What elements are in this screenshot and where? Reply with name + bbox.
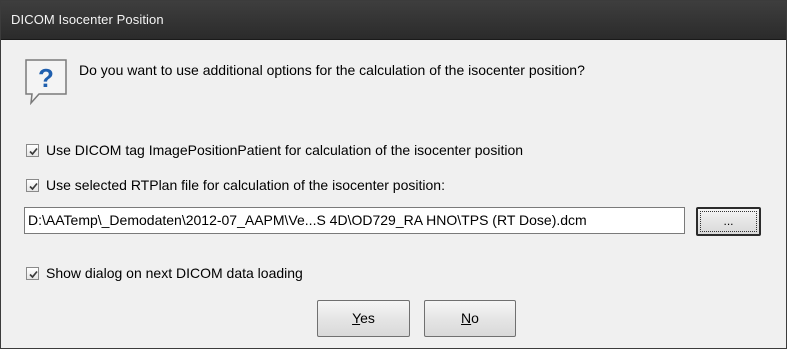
- window-title: DICOM Isocenter Position: [11, 12, 164, 27]
- image-position-checkbox[interactable]: [26, 143, 39, 157]
- option-show-dialog[interactable]: Show dialog on next DICOM data loading: [26, 264, 303, 282]
- browse-button-label: ...: [700, 211, 757, 232]
- question-icon: ?: [25, 59, 67, 105]
- rtplan-path-field[interactable]: D:\AATemp\_Demodaten\2012-07_AAPM\Ve...S…: [24, 207, 685, 234]
- rtplan-label: Use selected RTPlan file for calculation…: [46, 177, 445, 193]
- image-position-label: Use DICOM tag ImagePositionPatient for c…: [46, 142, 524, 158]
- show-dialog-label: Show dialog on next DICOM data loading: [46, 265, 303, 281]
- no-label-rest: o: [471, 310, 479, 326]
- isocenter-dialog: DICOM Isocenter Position ? Do you want t…: [0, 0, 787, 349]
- svg-text:?: ?: [38, 63, 54, 93]
- question-text: Do you want to use additional options fo…: [79, 62, 585, 78]
- show-dialog-checkbox[interactable]: [26, 266, 39, 280]
- title-bar[interactable]: DICOM Isocenter Position: [1, 1, 786, 40]
- yes-button[interactable]: Yes: [317, 300, 410, 337]
- no-mnemonic: N: [461, 310, 472, 326]
- option-rtplan-file[interactable]: Use selected RTPlan file for calculation…: [26, 176, 445, 194]
- no-button[interactable]: No: [424, 300, 516, 337]
- browse-button[interactable]: ...: [696, 207, 761, 236]
- rtplan-checkbox[interactable]: [26, 178, 39, 192]
- option-image-position-patient[interactable]: Use DICOM tag ImagePositionPatient for c…: [26, 141, 523, 159]
- yes-mnemonic: Y: [352, 310, 361, 326]
- yes-label-rest: es: [360, 310, 375, 326]
